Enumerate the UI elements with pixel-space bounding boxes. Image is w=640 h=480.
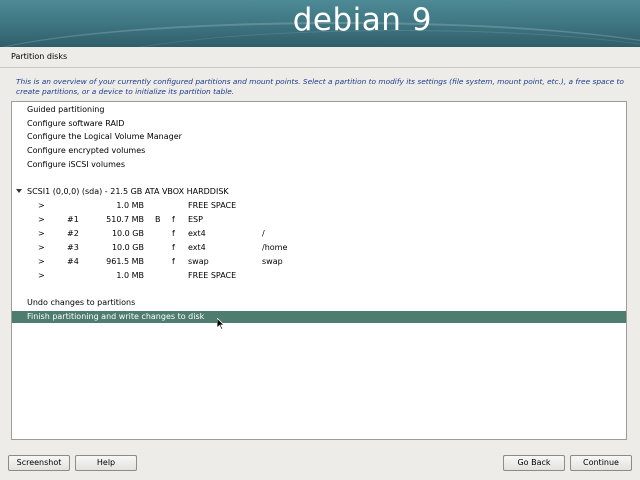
partition-row[interactable]: > #4 961.5 MB f swap swap: [12, 256, 626, 268]
mouse-cursor-icon: [216, 317, 225, 332]
partition-row[interactable]: > #2 10.0 GB f ext4 /: [12, 228, 626, 240]
partition-size: 1.0 MB: [116, 201, 144, 210]
menu-item-label: Undo changes to partitions: [27, 298, 136, 307]
disk-label: SCSI1 (0,0,0) (sda) - 21.5 GB ATA VBOX H…: [27, 187, 229, 196]
partition-list[interactable]: Guided partitioning Configure software R…: [11, 101, 627, 440]
partition-type: FREE SPACE: [188, 201, 237, 210]
menu-item-lvm[interactable]: Configure the Logical Volume Manager: [12, 131, 626, 143]
row-arrow-icon: >: [38, 215, 45, 224]
partition-type: swap: [188, 257, 209, 266]
header-divider: [0, 67, 640, 68]
partition-size: 10.0 GB: [111, 229, 144, 238]
help-button[interactable]: Help: [75, 455, 137, 471]
page-title: Partition disks: [11, 52, 68, 61]
screenshot-button[interactable]: Screenshot: [8, 455, 70, 471]
menu-item-encrypted-volumes[interactable]: Configure encrypted volumes: [12, 145, 626, 157]
menu-item-label: Guided partitioning: [27, 105, 105, 114]
partition-type: FREE SPACE: [188, 271, 237, 280]
partition-boot-flag: B: [155, 215, 161, 224]
partition-size: 10.0 GB: [111, 243, 144, 252]
row-arrow-icon: >: [38, 201, 45, 210]
row-arrow-icon: >: [38, 271, 45, 280]
partition-row[interactable]: > #1 510.7 MB B f ESP: [12, 214, 626, 226]
menu-item-label: Configure iSCSI volumes: [27, 160, 125, 169]
disk-row[interactable]: SCSI1 (0,0,0) (sda) - 21.5 GB ATA VBOX H…: [12, 186, 626, 198]
partition-row[interactable]: > 1.0 MB FREE SPACE: [12, 200, 626, 212]
partition-format-flag: f: [172, 257, 175, 266]
row-arrow-icon: >: [38, 257, 45, 266]
debian-banner: debian 9: [0, 0, 640, 47]
page-description: This is an overview of your currently co…: [16, 77, 624, 96]
partition-format-flag: f: [172, 229, 175, 238]
partition-row[interactable]: > 1.0 MB FREE SPACE: [12, 270, 626, 282]
menu-item-label: Configure the Logical Volume Manager: [27, 132, 182, 141]
partition-format-flag: f: [172, 243, 175, 252]
finish-partitioning-item[interactable]: Finish partitioning and write changes to…: [12, 311, 626, 323]
partition-type: ext4: [188, 243, 206, 252]
expand-triangle-icon[interactable]: [16, 189, 22, 193]
row-arrow-icon: >: [38, 243, 45, 252]
continue-button[interactable]: Continue: [570, 455, 632, 471]
partition-size: 510.7 MB: [106, 215, 144, 224]
menu-item-guided-partitioning[interactable]: Guided partitioning: [12, 104, 626, 116]
partition-type: ext4: [188, 229, 206, 238]
menu-item-iscsi-volumes[interactable]: Configure iSCSI volumes: [12, 159, 626, 171]
debian-logo: debian 9: [292, 2, 432, 38]
menu-item-label: Configure encrypted volumes: [27, 146, 146, 155]
menu-item-label: Configure software RAID: [27, 119, 125, 128]
partition-type: ESP: [188, 215, 203, 224]
menu-item-label: Finish partitioning and write changes to…: [27, 312, 205, 321]
undo-changes-item[interactable]: Undo changes to partitions: [12, 297, 626, 309]
menu-item-software-raid[interactable]: Configure software RAID: [12, 118, 626, 130]
page-header: Partition disks: [0, 47, 640, 67]
partition-mount: /home: [262, 243, 288, 252]
partition-size: 961.5 MB: [106, 257, 144, 266]
partition-mount: /: [262, 229, 265, 238]
go-back-button[interactable]: Go Back: [503, 455, 565, 471]
partition-mount: swap: [262, 257, 283, 266]
partition-format-flag: f: [172, 215, 175, 224]
partition-row[interactable]: > #3 10.0 GB f ext4 /home: [12, 242, 626, 254]
row-arrow-icon: >: [38, 229, 45, 238]
partition-size: 1.0 MB: [116, 271, 144, 280]
